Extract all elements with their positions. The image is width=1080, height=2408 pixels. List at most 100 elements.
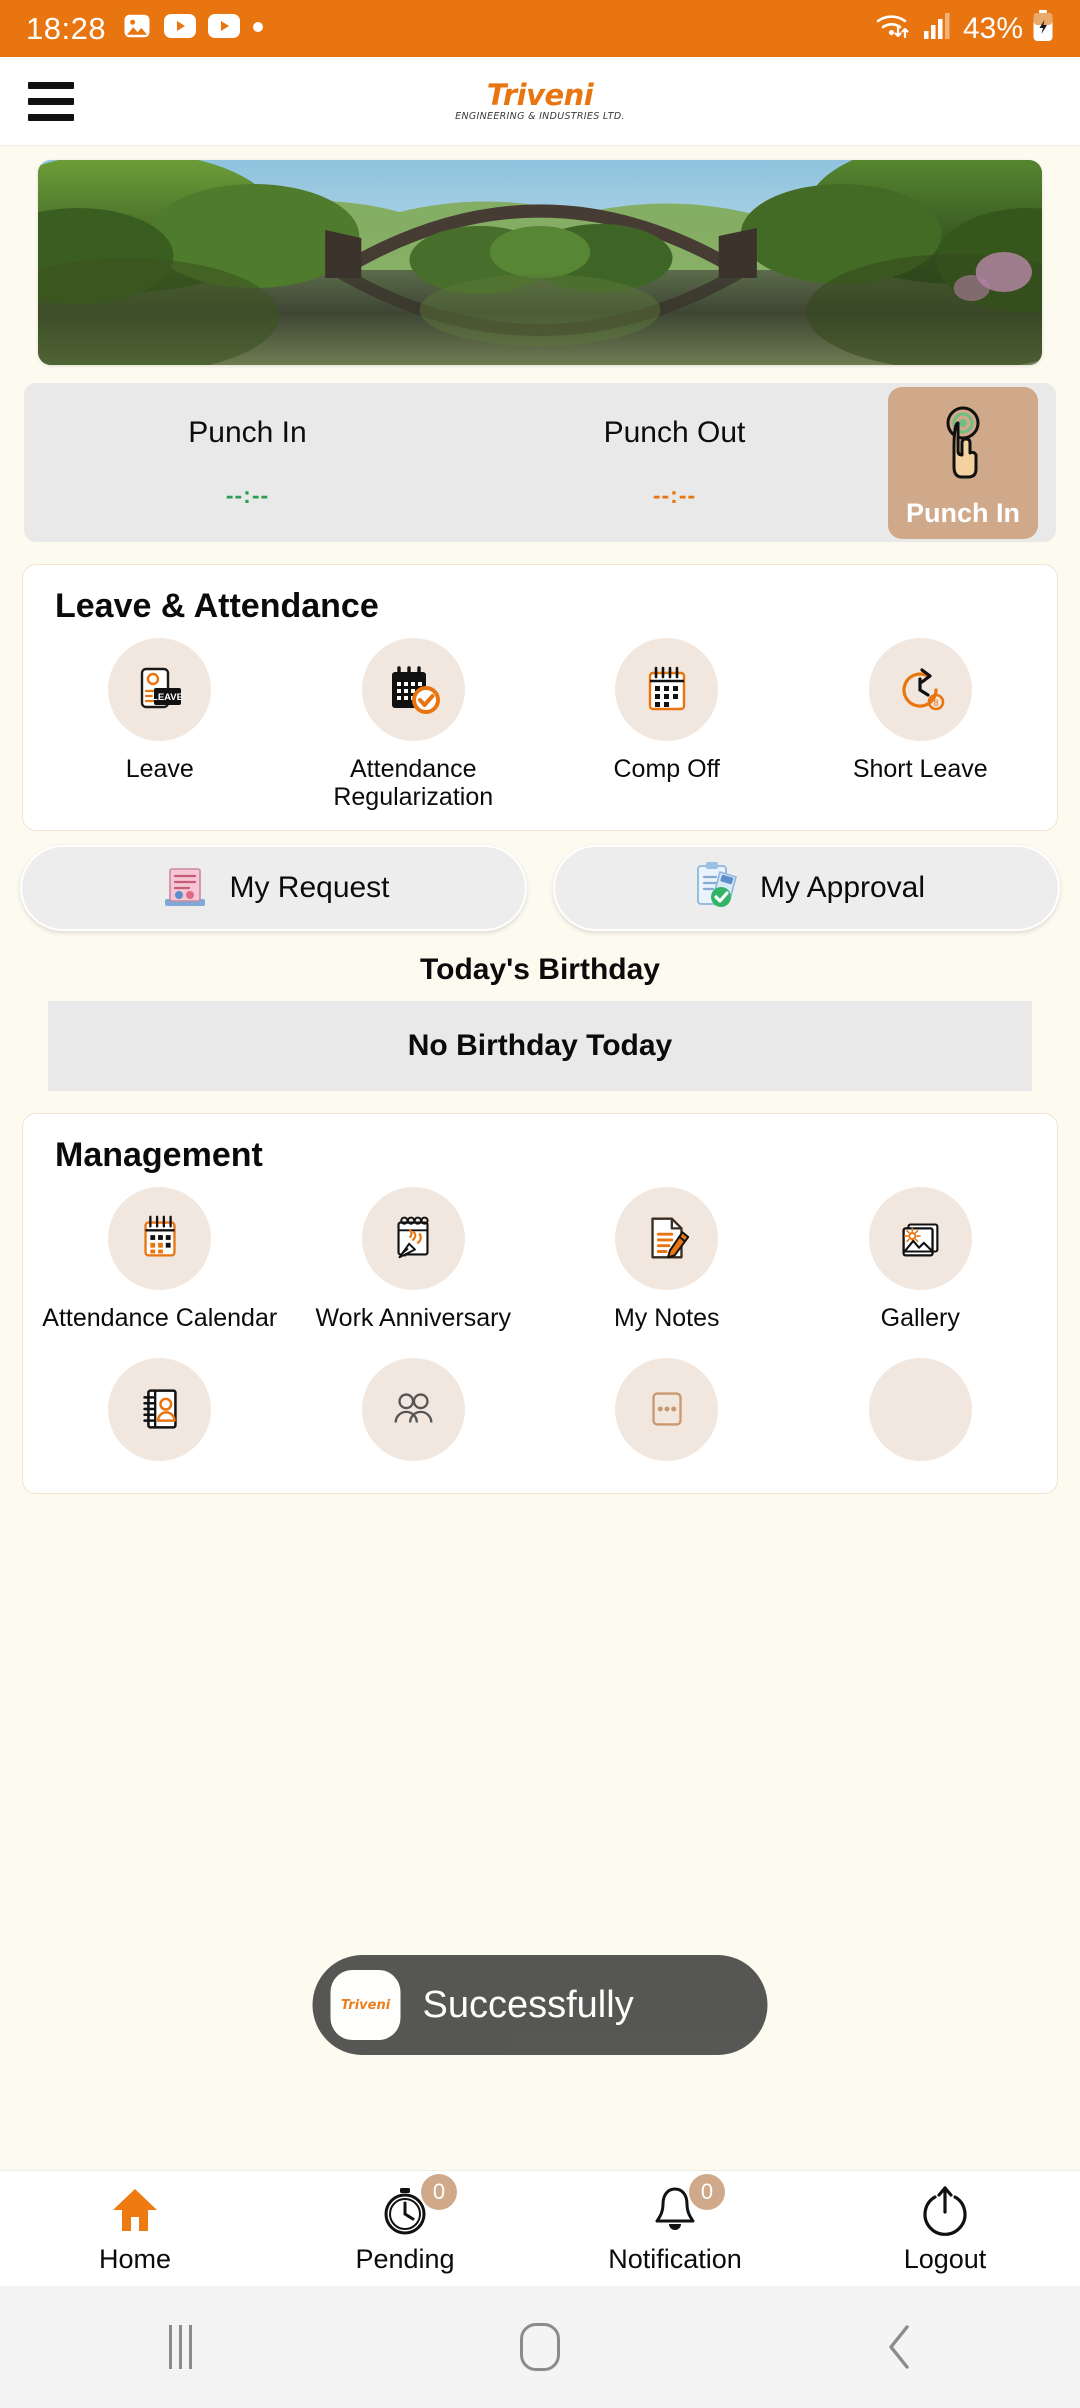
- brand-tagline: ENGINEERING & INDUSTRIES LTD.: [455, 110, 625, 122]
- status-bar-clock: 18:28: [26, 10, 107, 46]
- tile-people[interactable]: [287, 1357, 541, 1475]
- tile-label: Attendance Calendar: [42, 1303, 278, 1332]
- bell-icon: 0: [651, 2173, 725, 2237]
- party-notepad-icon: [361, 1186, 465, 1290]
- my-request-button[interactable]: My Request: [20, 844, 527, 931]
- tile-label: Attendance Regularization: [333, 755, 494, 812]
- tile-leave[interactable]: LEAVE Leave: [33, 638, 287, 812]
- punch-out-label: Punch Out: [603, 416, 746, 449]
- punch-section: Punch In --:-- Punch Out --:-- Punch In: [0, 365, 1080, 542]
- quick-links-row: My Request My Approval: [0, 831, 1080, 931]
- wifi-icon: [874, 10, 914, 47]
- nav-item-logout[interactable]: Logout: [810, 2183, 1080, 2275]
- tile-work-anniversary[interactable]: Work Anniversary: [287, 1186, 541, 1332]
- tile-short-leave[interactable]: 8 Short Leave: [794, 638, 1048, 812]
- android-home-button[interactable]: [360, 2323, 720, 2371]
- android-recents-button[interactable]: [0, 2325, 360, 2369]
- back-chevron-icon: [889, 2325, 909, 2369]
- birthday-empty-text: No Birthday Today: [407, 1028, 673, 1062]
- contact-book-icon: [108, 1357, 212, 1461]
- punch-card: Punch In --:-- Punch Out --:-- Punch In: [24, 383, 1056, 542]
- youtube-icon: [164, 14, 197, 43]
- battery-charging-icon: [1032, 10, 1054, 47]
- tile-blank[interactable]: [794, 1357, 1048, 1475]
- birthday-empty-box: No Birthday Today: [48, 1000, 1032, 1091]
- image-icon: [122, 11, 152, 46]
- android-back-button[interactable]: [720, 2321, 1080, 2373]
- pending-badge: 0: [421, 2173, 457, 2210]
- tile-attendance-regularization[interactable]: Attendance Regularization: [287, 638, 541, 812]
- hamburger-line: [28, 97, 74, 105]
- calendar-check-icon: [361, 638, 465, 741]
- my-approval-button[interactable]: My Approval: [553, 844, 1060, 931]
- request-document-icon: [157, 857, 213, 918]
- notification-badge: 0: [689, 2173, 725, 2210]
- photo-gallery-icon: [868, 1186, 972, 1290]
- nav-item-notification[interactable]: 0 Notification: [540, 2173, 810, 2275]
- leave-card-icon: LEAVE: [108, 638, 212, 741]
- hamburger-line: [28, 81, 74, 89]
- nav-item-home[interactable]: Home: [0, 2183, 270, 2275]
- blank-icon: [868, 1357, 972, 1461]
- leave-attendance-card: Leave & Attendance LEAVE Leave Attendanc…: [22, 564, 1058, 831]
- toast-logo-text: Triveni: [340, 1997, 391, 2013]
- management-grid-row2: [33, 1357, 1048, 1475]
- tile-comp-off[interactable]: Comp Off: [540, 638, 794, 812]
- status-bar-notification-icons: [122, 11, 264, 46]
- management-title: Management: [55, 1135, 263, 1174]
- punch-in-time: --:--: [225, 482, 270, 508]
- calendar-grid-icon: [615, 638, 719, 741]
- hamburger-line: [28, 113, 74, 121]
- management-grid: Attendance Calendar Work Anniversary My …: [33, 1186, 1048, 1332]
- tile-gallery[interactable]: Gallery: [794, 1186, 1048, 1332]
- app-bar: Triveni ENGINEERING & INDUSTRIES LTD.: [0, 57, 1080, 146]
- punch-in-button-label: Punch In: [906, 497, 1020, 528]
- main-scroll-area[interactable]: Punch In --:-- Punch Out --:-- Punch In: [0, 146, 1080, 2170]
- punch-in-column: Punch In --:--: [34, 416, 461, 509]
- nav-label: Pending: [355, 2243, 455, 2274]
- punch-in-button[interactable]: Punch In: [888, 386, 1038, 539]
- home-icon: [109, 2183, 161, 2237]
- nav-label: Home: [98, 2243, 172, 2274]
- punch-out-time: --:--: [652, 482, 697, 508]
- my-approval-label: My Approval: [759, 870, 926, 904]
- recents-icon: [168, 2325, 192, 2369]
- status-bar: 18:28 43%: [0, 0, 1080, 57]
- banner-container: [0, 146, 1080, 365]
- battery-percent-label: 43%: [962, 11, 1023, 45]
- my-request-label: My Request: [229, 870, 390, 904]
- hero-banner-image[interactable]: [38, 160, 1042, 365]
- tile-more-options[interactable]: [540, 1357, 794, 1475]
- punch-in-label: Punch In: [188, 416, 307, 449]
- note-pencil-icon: [615, 1186, 719, 1290]
- toast-notification: Triveni Successfully: [312, 1955, 768, 2055]
- app-logo: Triveni ENGINEERING & INDUSTRIES LTD.: [455, 77, 625, 122]
- nav-item-pending[interactable]: 0 Pending: [270, 2173, 540, 2275]
- tile-label: Work Anniversary: [315, 1303, 511, 1332]
- triveni-app-logo-icon: Triveni: [330, 1970, 401, 2040]
- clock-icon: 0: [379, 2173, 457, 2237]
- brand-name: Triveni: [486, 77, 594, 112]
- hamburger-menu-icon[interactable]: [28, 81, 74, 121]
- tile-attendance-calendar[interactable]: Attendance Calendar: [33, 1186, 287, 1332]
- power-icon: [919, 2183, 971, 2237]
- management-card: Management Attendance Calendar Work Anni…: [22, 1112, 1058, 1494]
- finger-tap-icon: [932, 387, 994, 498]
- tile-label: Gallery: [880, 1303, 960, 1332]
- dot-icon: [252, 20, 264, 38]
- more-options-icon: [615, 1357, 719, 1461]
- android-system-navigation-bar: [0, 2286, 1080, 2408]
- tile-label: Leave: [125, 755, 194, 783]
- clock-arrow-icon: 8: [868, 638, 972, 741]
- tile-contact-book[interactable]: [33, 1357, 287, 1475]
- tile-label: Short Leave: [852, 755, 988, 783]
- svg-text:LEAVE: LEAVE: [152, 692, 183, 703]
- nav-label: Logout: [903, 2243, 987, 2274]
- tile-my-notes[interactable]: My Notes: [540, 1186, 794, 1332]
- home-square-icon: [520, 2323, 560, 2371]
- leave-attendance-title: Leave & Attendance: [55, 587, 379, 625]
- tile-label: My Notes: [613, 1303, 720, 1332]
- nav-label: Notification: [608, 2243, 742, 2274]
- punch-out-column: Punch Out --:--: [461, 416, 888, 509]
- calendar-grid-icon: [108, 1186, 212, 1290]
